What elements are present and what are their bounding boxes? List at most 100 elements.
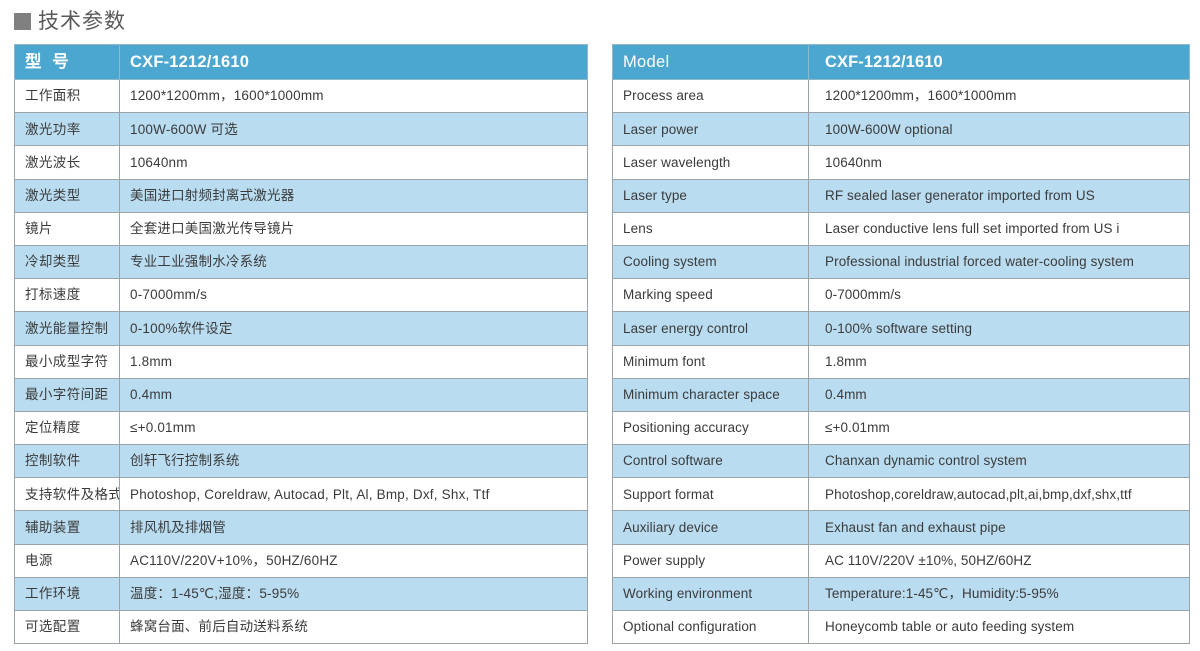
spec-label-cell: Minimum font — [612, 344, 809, 379]
spec-value-cell: Professional industrial forced water-coo… — [808, 244, 1190, 280]
spec-label-cell: 激光类型 — [14, 178, 120, 213]
spec-value-cell: 0.4mm — [119, 377, 588, 412]
spec-value-cell: 全套进口美国激光传导镜片 — [119, 211, 588, 246]
spec-label-cell: 工作面积 — [14, 78, 120, 114]
page-title: 技术参数 — [14, 6, 126, 36]
table-header-row: Model CXF-1212/1610 — [612, 44, 1190, 80]
spec-label-cell: Power supply — [612, 543, 809, 578]
spec-table-chinese-body: 型 号 CXF-1212/1610 工作面积 1200*1200mm，1600*100… — [14, 44, 588, 645]
spec-value-cell: 创轩飞行控制系统 — [119, 444, 588, 479]
table-row: 激光波长 10640nm — [14, 145, 588, 180]
table-header-label: 型 号 — [14, 44, 120, 80]
spec-value-cell: 0-100%软件设定 — [119, 311, 588, 346]
table-row: Laser energy control 0-100% software sett… — [612, 311, 1190, 346]
spec-label-cell: Control software — [612, 444, 809, 479]
spec-value-cell: 0-7000mm/s — [119, 278, 588, 313]
spec-label-cell: 激光功率 — [14, 112, 120, 147]
table-row: 可选配置 蜂窝台面、前后自动送料系统 — [14, 609, 588, 645]
spec-value-cell: Exhaust fan and exhaust pipe — [808, 510, 1190, 545]
spec-value-cell: RF sealed laser generator imported from … — [808, 178, 1190, 213]
spec-value-cell: AC 110V/220V ±10%, 50HZ/60HZ — [808, 543, 1190, 578]
table-row: Lens Laser conductive lens full set impor… — [612, 211, 1190, 246]
table-header-label: Model — [612, 44, 809, 80]
spec-label-cell: Optional configuration — [612, 609, 809, 645]
spec-value-cell: 蜂窝台面、前后自动送料系统 — [119, 609, 588, 645]
table-row: Optional configuration Honeycomb table or… — [612, 609, 1190, 645]
spec-value-cell: 1.8mm — [808, 344, 1190, 379]
table-row: 工作面积 1200*1200mm，1600*1000mm — [14, 78, 588, 114]
table-row: Support format Photoshop,coreldraw,autoca… — [612, 477, 1190, 512]
spec-value-cell: Honeycomb table or auto feeding system — [808, 609, 1190, 645]
spec-label-cell: 工作环境 — [14, 576, 120, 612]
spec-table-english: Model CXF-1212/1610 Process area 1200*1200m… — [612, 44, 1190, 645]
table-row: 控制软件 创轩飞行控制系统 — [14, 444, 588, 479]
table-row: 激光功率 100W-600W 可选 — [14, 112, 588, 147]
spec-label-cell: 辅助装置 — [14, 510, 120, 545]
spec-value-cell: 排风机及排烟管 — [119, 510, 588, 545]
spec-value-cell: 美国进口射频封离式激光器 — [119, 178, 588, 213]
spec-value-cell: 100W-600W 可选 — [119, 112, 588, 147]
spec-label-cell: 支持软件及格式 — [14, 477, 120, 512]
spec-value-cell: 100W-600W optional — [808, 112, 1190, 147]
table-row: 工作环境 温度：1-45℃,湿度：5-95% — [14, 576, 588, 612]
table-row: 镜片 全套进口美国激光传导镜片 — [14, 211, 588, 246]
spec-label-cell: Auxiliary device — [612, 510, 809, 545]
page-title-text: 技术参数 — [38, 9, 126, 33]
table-row: 电源 AC110V/220V+10%，50HZ/60HZ — [14, 543, 588, 578]
spec-label-cell: 冷却类型 — [14, 244, 120, 280]
table-row: Laser type RF sealed laser generator impo… — [612, 178, 1190, 213]
spec-value-cell: 0-100% software setting — [808, 311, 1190, 346]
table-row: Control software Chanxan dynamic control … — [612, 444, 1190, 479]
spec-label-cell: 定位精度 — [14, 410, 120, 446]
spec-label-cell: Laser type — [612, 178, 809, 213]
spec-label-cell: Working environment — [612, 576, 809, 612]
spec-value-cell: AC110V/220V+10%，50HZ/60HZ — [119, 543, 588, 578]
spec-label-cell: Process area — [612, 78, 809, 114]
table-row: Laser wavelength 10640nm — [612, 145, 1190, 180]
table-row: Minimum character space 0.4mm — [612, 377, 1190, 412]
spec-label-cell: 镜片 — [14, 211, 120, 246]
table-row: 支持软件及格式 Photoshop, Coreldraw, Autocad, Pl… — [14, 477, 588, 512]
spec-value-cell: 1.8mm — [119, 344, 588, 379]
table-row: 定位精度 ≤+0.01mm — [14, 410, 588, 446]
spec-value-cell: 1200*1200mm，1600*1000mm — [808, 78, 1190, 114]
spec-label-cell: 最小成型字符 — [14, 344, 120, 379]
spec-value-cell: 10640nm — [808, 145, 1190, 180]
spec-label-cell: Cooling system — [612, 244, 809, 280]
spec-label-cell: Marking speed — [612, 278, 809, 313]
spec-table-chinese: 型 号 CXF-1212/1610 工作面积 1200*1200mm，1600*100… — [14, 44, 588, 645]
table-row: Process area 1200*1200mm，1600*1000mm — [612, 78, 1190, 114]
spec-value-cell: Laser conductive lens full set imported … — [808, 211, 1190, 246]
table-header-value: CXF-1212/1610 — [808, 44, 1190, 80]
spec-value-cell: 10640nm — [119, 145, 588, 180]
spec-value-cell: 0.4mm — [808, 377, 1190, 412]
spec-label-cell: 可选配置 — [14, 609, 120, 645]
table-row: 打标速度 0-7000mm/s — [14, 278, 588, 313]
table-row: 激光能量控制 0-100%软件设定 — [14, 311, 588, 346]
square-bullet-icon — [14, 12, 31, 30]
spec-label-cell: 激光能量控制 — [14, 311, 120, 346]
table-row: Laser power 100W-600W optional — [612, 112, 1190, 147]
spec-label-cell: Lens — [612, 211, 809, 246]
spec-value-cell: Photoshop, Coreldraw, Autocad, Plt, Al, … — [119, 477, 588, 512]
table-row: Cooling system Professional industrial fo… — [612, 244, 1190, 280]
spec-label-cell: 激光波长 — [14, 145, 120, 180]
spec-label-cell: Minimum character space — [612, 377, 809, 412]
spec-value-cell: 1200*1200mm，1600*1000mm — [119, 78, 588, 114]
spec-label-cell: 控制软件 — [14, 444, 120, 479]
spec-value-cell: ≤+0.01mm — [119, 410, 588, 446]
spec-value-cell: 温度：1-45℃,湿度：5-95% — [119, 576, 588, 612]
table-header-value: CXF-1212/1610 — [119, 44, 588, 80]
spec-value-cell: 0-7000mm/s — [808, 278, 1190, 313]
table-row: 冷却类型 专业工业强制水冷系统 — [14, 244, 588, 280]
spec-label-cell: 电源 — [14, 543, 120, 578]
table-row: Auxiliary device Exhaust fan and exhaust … — [612, 510, 1190, 545]
spec-sheet-page: 技术参数 型 号 CXF-1212/1610 工作面积 1200*1200mm，160… — [0, 0, 1200, 651]
table-row: Minimum font 1.8mm — [612, 344, 1190, 379]
table-row: 激光类型 美国进口射频封离式激光器 — [14, 178, 588, 213]
spec-label-cell: Positioning accuracy — [612, 410, 809, 446]
spec-value-cell: Photoshop,coreldraw,autocad,plt,ai,bmp,d… — [808, 477, 1190, 512]
table-row: 最小成型字符 1.8mm — [14, 344, 588, 379]
table-row: Marking speed 0-7000mm/s — [612, 278, 1190, 313]
table-row: 辅助装置 排风机及排烟管 — [14, 510, 588, 545]
